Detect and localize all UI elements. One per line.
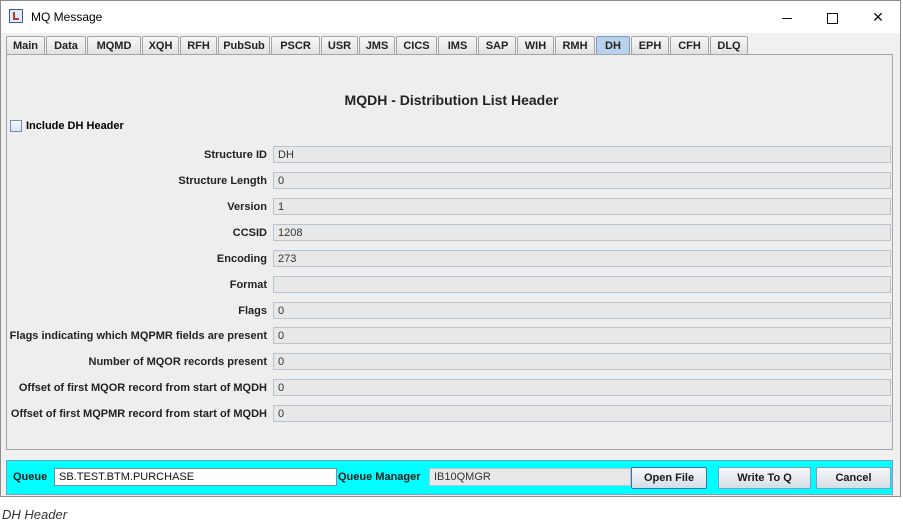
field-label: CCSID [232, 227, 267, 239]
field-input[interactable] [273, 276, 891, 293]
tab-cfh[interactable]: CFH [670, 36, 709, 54]
figure-caption: DH Header [2, 507, 68, 522]
queue-manager-input[interactable] [429, 468, 631, 486]
field-label: Flags [238, 305, 267, 317]
field-label: Structure Length [178, 175, 267, 187]
title-bar: MQ Message ✕ [1, 1, 900, 33]
field-input[interactable] [273, 353, 891, 370]
field-label: Offset of first MQOR record from start o… [18, 382, 267, 394]
include-dh-label: Include DH Header [26, 120, 124, 132]
minimize-icon [782, 17, 792, 19]
maximize-button[interactable] [809, 1, 855, 33]
field-input[interactable] [273, 172, 891, 189]
tab-sap[interactable]: SAP [478, 36, 516, 54]
tab-pubsub[interactable]: PubSub [218, 36, 270, 54]
tab-strip: Main Data MQMD XQH RFH PubSub PSCR USR JMS CICS IM… [6, 36, 892, 55]
tab-eph[interactable]: EPH [631, 36, 669, 54]
field-label: Format [229, 279, 267, 291]
tab-dlq[interactable]: DLQ [710, 36, 748, 54]
queue-label: Queue [13, 471, 48, 483]
queue-manager-label: Queue Manager [338, 471, 421, 483]
open-file-button[interactable]: Open File [631, 467, 707, 489]
field-input[interactable] [273, 250, 891, 267]
java-app-icon [9, 9, 23, 23]
field-input[interactable] [273, 224, 891, 241]
tab-main[interactable]: Main [6, 36, 45, 54]
tab-cics[interactable]: CICS [396, 36, 437, 54]
close-icon: ✕ [872, 9, 884, 25]
field-input[interactable] [273, 302, 891, 319]
tab-pscr[interactable]: PSCR [271, 36, 320, 54]
window-title: MQ Message [31, 10, 103, 24]
tab-mqmd[interactable]: MQMD [87, 36, 141, 54]
tab-jms[interactable]: JMS [359, 36, 395, 54]
tab-data[interactable]: Data [46, 36, 86, 54]
field-label: Offset of first MQPMR record from start … [10, 408, 267, 420]
tab-ims[interactable]: IMS [438, 36, 477, 54]
close-button[interactable]: ✕ [855, 1, 901, 33]
field-input[interactable] [273, 327, 891, 344]
field-label: Flags indicating which MQPMR fields are … [9, 330, 267, 342]
queue-input[interactable] [54, 468, 337, 486]
tab-rmh[interactable]: RMH [555, 36, 595, 54]
field-label: Structure ID [204, 149, 267, 161]
bottom-bar: Queue Queue Manager Open File Write To Q… [6, 460, 893, 495]
field-input[interactable] [273, 146, 891, 163]
include-dh-checkbox[interactable] [10, 120, 22, 132]
tab-usr[interactable]: USR [321, 36, 358, 54]
field-label: Version [227, 201, 267, 213]
tab-rfh[interactable]: RFH [180, 36, 217, 54]
field-label: Encoding [216, 253, 267, 265]
tab-dh[interactable]: DH [596, 36, 630, 54]
tab-wih[interactable]: WIH [517, 36, 554, 54]
field-input[interactable] [273, 379, 891, 396]
minimize-button[interactable] [764, 1, 810, 33]
field-label: Number of MQOR records present [88, 356, 267, 368]
write-to-q-button[interactable]: Write To Q [718, 467, 811, 489]
field-input[interactable] [273, 198, 891, 215]
panel-title: MQDH - Distribution List Header [344, 92, 559, 108]
field-input[interactable] [273, 405, 891, 422]
cancel-button[interactable]: Cancel [816, 467, 891, 489]
tab-xqh[interactable]: XQH [142, 36, 179, 54]
maximize-icon [826, 12, 838, 24]
